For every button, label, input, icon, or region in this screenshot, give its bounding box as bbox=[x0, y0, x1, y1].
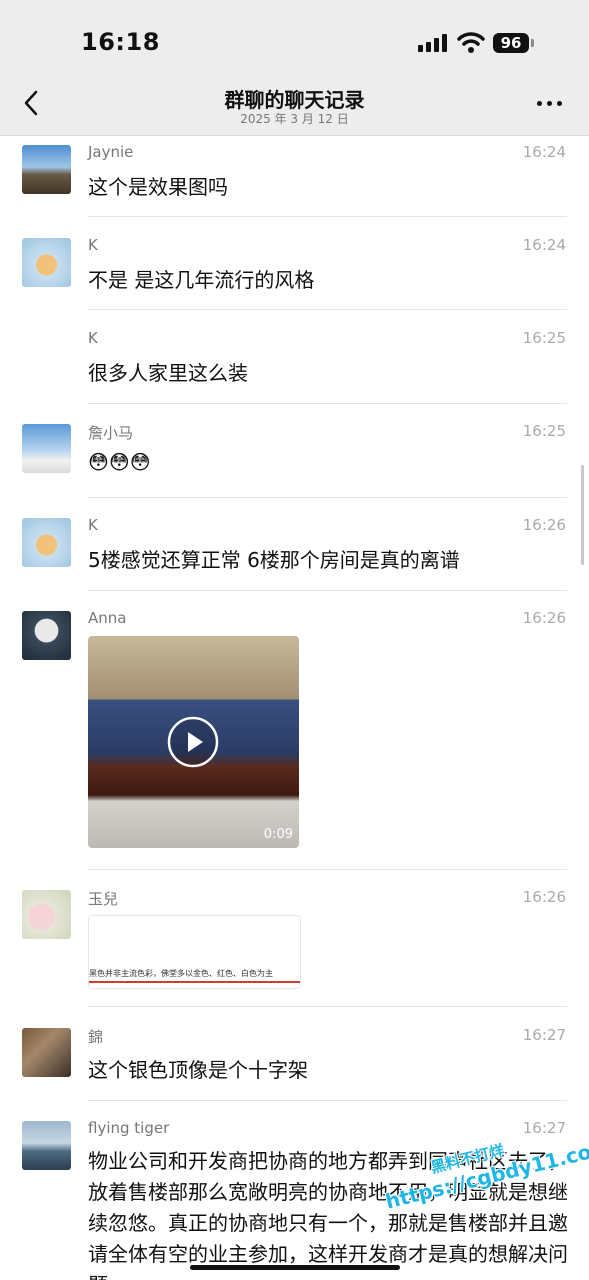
battery-icon: 96 bbox=[493, 33, 529, 53]
home-indicator[interactable] bbox=[190, 1265, 400, 1270]
divider bbox=[88, 869, 567, 870]
sender-name: 玉兒 bbox=[88, 890, 119, 908]
message-text[interactable]: 这个是效果图吗 bbox=[88, 171, 228, 200]
emoji-text[interactable]: 😳😳😳 bbox=[88, 450, 151, 474]
message-time: 16:24 bbox=[522, 143, 566, 161]
sender-name: 詹小马 bbox=[88, 424, 134, 442]
divider bbox=[88, 497, 567, 498]
page-date: 2025 年 3 月 12 日 bbox=[240, 112, 349, 126]
card-underline bbox=[89, 981, 300, 983]
status-time: 16:18 bbox=[81, 28, 160, 56]
cellular-signal-icon bbox=[418, 34, 448, 52]
divider bbox=[88, 403, 567, 404]
message-time: 16:26 bbox=[522, 516, 566, 534]
message-time: 16:24 bbox=[522, 236, 566, 254]
card-text: 黑色并非主流色彩，佛堂多以金色、红色、白色为主 bbox=[89, 969, 273, 978]
sender-name: Jaynie bbox=[88, 143, 134, 161]
avatar[interactable] bbox=[22, 1121, 71, 1170]
sender-name: K bbox=[88, 329, 98, 347]
shared-card[interactable]: 黑色并非主流色彩，佛堂多以金色、红色、白色为主 bbox=[88, 915, 301, 989]
page-title: 群聊的聊天记录 bbox=[224, 88, 365, 112]
avatar[interactable] bbox=[22, 1028, 71, 1077]
avatar[interactable] bbox=[22, 890, 71, 939]
video-duration: 0:09 bbox=[263, 827, 293, 842]
sender-name: Anna bbox=[88, 609, 127, 627]
battery-nub bbox=[531, 39, 534, 47]
message-time: 16:26 bbox=[522, 888, 566, 906]
wifi-icon bbox=[457, 32, 485, 53]
message-text[interactable]: 这个银色顶像是个十字架 bbox=[88, 1054, 308, 1083]
avatar[interactable] bbox=[22, 238, 71, 287]
message-time: 16:26 bbox=[522, 609, 566, 627]
more-icon[interactable] bbox=[537, 101, 565, 107]
message-time: 16:25 bbox=[522, 422, 566, 440]
scrollbar[interactable] bbox=[581, 465, 584, 565]
avatar[interactable] bbox=[22, 518, 71, 567]
divider bbox=[88, 309, 567, 310]
avatar[interactable] bbox=[22, 611, 71, 660]
message-text[interactable]: 5楼感觉还算正常 6楼那个房间是真的离谱 bbox=[88, 544, 460, 573]
divider bbox=[88, 1100, 567, 1101]
sender-name: K bbox=[88, 236, 98, 254]
divider bbox=[88, 1006, 567, 1007]
nav-bar: 群聊的聊天记录 2025 年 3 月 12 日 bbox=[0, 80, 589, 136]
message-time: 16:25 bbox=[522, 329, 566, 347]
message-text[interactable]: 很多人家里这么装 bbox=[88, 357, 248, 386]
status-bar: 16:18 96 bbox=[0, 0, 589, 80]
avatar[interactable] bbox=[22, 424, 71, 473]
sender-name: flying tiger bbox=[88, 1119, 170, 1137]
divider bbox=[88, 216, 567, 217]
sender-name: K bbox=[88, 516, 98, 534]
sender-name: 錦 bbox=[88, 1028, 104, 1046]
video-thumbnail[interactable]: 0:09 bbox=[88, 636, 299, 848]
divider bbox=[88, 590, 567, 591]
avatar[interactable] bbox=[22, 145, 71, 194]
message-time: 16:27 bbox=[522, 1026, 566, 1044]
message-text[interactable]: 不是 是这几年流行的风格 bbox=[88, 264, 314, 293]
play-icon[interactable] bbox=[167, 716, 219, 768]
